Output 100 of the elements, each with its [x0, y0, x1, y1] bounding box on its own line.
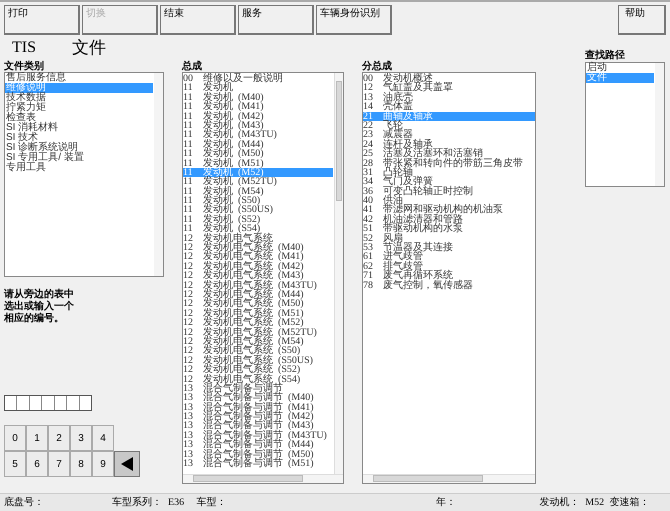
key-button[interactable]: 7 — [48, 451, 70, 477]
list-row[interactable]: 41 带滤网和驱动机构的机油泵 — [363, 205, 535, 215]
item-code: 13 — [183, 430, 194, 440]
key-button[interactable]: 3 — [70, 425, 92, 451]
key-button[interactable]: 5 — [4, 451, 26, 477]
list-item[interactable]: SI 技术 — [5, 133, 153, 143]
list-row[interactable]: 12 气缸盖及其盖罩 — [363, 83, 535, 93]
scrollbar[interactable] — [655, 63, 664, 186]
list-item[interactable]: 技术数据 — [5, 93, 153, 103]
list-row[interactable]: 12 发动机电气系统 (M50) — [183, 299, 333, 309]
item-name: 气门及弹簧 — [383, 177, 433, 187]
list-row[interactable]: 11 发动机 — [183, 83, 333, 93]
list-item[interactable]: SI 诊断系统说明 — [5, 143, 153, 153]
list-row[interactable]: 11 发动机 (S52) — [183, 214, 333, 224]
assembly-list[interactable] — [182, 72, 344, 484]
list-row[interactable]: 71 废气再循环系统 — [363, 271, 535, 281]
list-row[interactable]: 11 发动机 (S54) — [183, 224, 333, 234]
list-row[interactable]: 11 发动机 (M43) — [183, 120, 333, 130]
list-row[interactable]: 11 发动机 (S50) — [183, 196, 333, 206]
list-row[interactable]: 36 可变凸轮轴正时控制 — [363, 186, 535, 196]
list-row[interactable]: 12 发动机电气系统 (S52) — [183, 365, 333, 374]
list-row[interactable]: 25 活塞及活塞环和活塞销 — [363, 149, 535, 159]
key-button[interactable]: 4 — [92, 425, 114, 451]
list-row[interactable]: 13 混合气制备与调节 (M43TU) — [183, 430, 333, 440]
list-row[interactable]: 12 发动机电气系统 (M43) — [183, 271, 333, 281]
item-code: 24 — [363, 140, 374, 150]
item-name: 发动机电气系统 (M43) — [203, 271, 304, 281]
scrollbar[interactable] — [334, 73, 343, 474]
list-row[interactable]: 13 混合气制备与调节 (M50) — [183, 450, 333, 460]
list-row[interactable]: 12 发动机电气系统 (M40) — [183, 243, 333, 252]
list-row[interactable]: 11 发动机 (M52TU) — [183, 177, 333, 187]
item-code: 11 — [183, 120, 194, 130]
key-button[interactable]: 8 — [70, 451, 92, 477]
key-button[interactable]: 1 — [26, 425, 48, 451]
item-name: 减震器 — [383, 130, 413, 140]
list-row[interactable]: 12 发动机电气系统 (S54) — [183, 374, 333, 384]
list-item[interactable]: 拧紧力矩 — [5, 103, 153, 113]
list-row[interactable]: 12 发动机电气系统 (S50) — [183, 346, 333, 356]
list-row[interactable]: 34 气门及弹簧 — [363, 177, 535, 187]
list-row[interactable]: 61 进气歧管 — [363, 252, 535, 262]
list-row[interactable]: 13 混合气制备与调节 (M40) — [183, 393, 333, 403]
list-row[interactable]: 12 发动机电气系统 (S50US) — [183, 356, 333, 366]
list-row[interactable]: 12 发动机电气系统 — [183, 234, 333, 244]
list-row[interactable]: 22 飞轮 — [363, 120, 535, 130]
list-row[interactable]: 11 发动机 (M51) — [183, 158, 333, 168]
item-name: 壳体盖 — [383, 102, 413, 112]
list-row[interactable]: 28 带张紧和转向件的带筋三角皮带 — [363, 158, 535, 168]
help-button[interactable]: 帮助 — [618, 5, 666, 35]
list-row[interactable]: 78 废气控制，氧传感器 — [363, 280, 535, 290]
list-row[interactable]: 12 发动机电气系统 (M54) — [183, 336, 333, 346]
list-row[interactable]: 11 发动机 (M42) — [183, 112, 333, 121]
list-item[interactable]: 启动 — [586, 63, 654, 73]
toolbar-button[interactable]: 服务 — [238, 5, 314, 35]
list-row[interactable]: 11 发动机 (M44) — [183, 140, 333, 150]
list-row[interactable]: 12 发动机电气系统 (M51) — [183, 308, 333, 318]
toolbar-button[interactable]: 结束 — [160, 5, 236, 35]
scrollbar[interactable] — [183, 474, 343, 483]
list-row[interactable]: 11 发动机 (M54) — [183, 186, 333, 196]
key-button[interactable]: 2 — [48, 425, 70, 451]
toolbar-button[interactable]: 打印 — [4, 5, 80, 35]
list-row[interactable]: 23 减震器 — [363, 130, 535, 140]
list-row[interactable]: 11 发动机 (M40) — [183, 92, 333, 102]
number-input-field[interactable] — [4, 395, 92, 411]
list-row[interactable]: 12 发动机电气系统 (M41) — [183, 252, 333, 262]
list-item[interactable]: 售后服务信息 — [5, 73, 153, 83]
subassembly-list[interactable] — [362, 72, 536, 484]
list-row[interactable]: 12 发动机电气系统 (M52TU) — [183, 328, 333, 337]
scrollbar[interactable] — [363, 474, 535, 483]
list-row[interactable]: 11 发动机 (M50) — [183, 149, 333, 159]
list-heading: 文件类别 — [4, 60, 45, 72]
list-row[interactable]: 12 发动机电气系统 (M43TU) — [183, 280, 333, 290]
list-item[interactable]: SI 专用工具/ 装置 — [5, 153, 153, 163]
list-row[interactable]: 13 混合气制备与调节 (M51) — [183, 459, 333, 468]
list-row[interactable]: 13 混合气制备与调节 (M44) — [183, 440, 333, 450]
key-button[interactable]: 6 — [26, 451, 48, 477]
list-row[interactable]: 11 发动机 (M41) — [183, 102, 333, 112]
list-row[interactable]: 13 混合气制备与调节 (M41) — [183, 402, 333, 412]
list-row[interactable]: 13 油底壳 — [363, 92, 535, 102]
list-row[interactable]: 13 混合气制备与调节 (M43) — [183, 421, 333, 431]
list-row[interactable]: 42 机油滤清器和管路 — [363, 214, 535, 224]
key-button[interactable]: 0 — [4, 425, 26, 451]
list-row[interactable]: 13 混合气制备与调节 — [183, 384, 333, 394]
list-row[interactable]: 12 发动机电气系统 (M52) — [183, 318, 333, 328]
list-row[interactable]: 12 发动机电气系统 (M42) — [183, 262, 333, 272]
list-row[interactable]: 13 混合气制备与调节 (M42) — [183, 412, 333, 422]
item-code: 13 — [183, 402, 194, 412]
list-item[interactable]: 检查表 — [5, 113, 153, 123]
list-item[interactable]: 专用工具 — [5, 163, 153, 173]
list-row[interactable]: 11 发动机 (S50US) — [183, 205, 333, 215]
toolbar-button[interactable]: 车辆身份识别 — [316, 5, 392, 35]
backspace-button[interactable] — [114, 451, 140, 477]
list-row[interactable]: 14 壳体盖 — [363, 102, 535, 112]
list-row[interactable]: 51 带驱动机构的水泵 — [363, 224, 535, 234]
list-item[interactable]: SI 消耗材料 — [5, 123, 153, 133]
status-label: 底盘号： — [4, 496, 44, 510]
key-button[interactable]: 9 — [92, 451, 114, 477]
scrollbar[interactable] — [154, 73, 163, 276]
list-row[interactable]: 53 节温器及其连接 — [363, 243, 535, 252]
list-row[interactable]: 12 发动机电气系统 (M44) — [183, 290, 333, 300]
list-row[interactable]: 11 发动机 (M43TU) — [183, 130, 333, 140]
